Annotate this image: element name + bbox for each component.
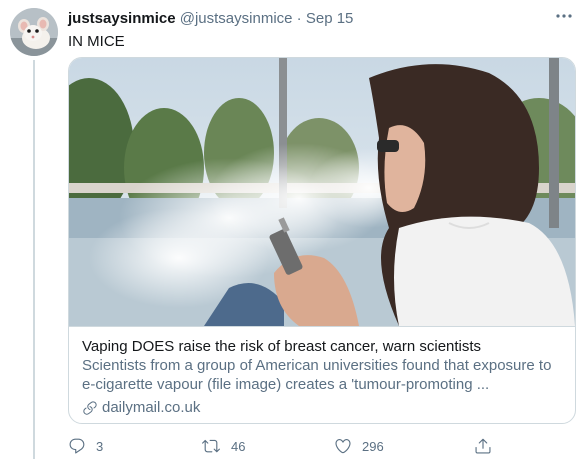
thread-line: [33, 60, 35, 459]
reply-count: 3: [96, 438, 104, 454]
retweet-button[interactable]: 46: [201, 436, 245, 456]
retweet-count: 46: [231, 438, 246, 454]
avatar[interactable]: [10, 8, 58, 56]
user-handle[interactable]: @justsaysinmice: [180, 10, 293, 27]
link-card[interactable]: Vaping DOES raise the risk of breast can…: [68, 57, 576, 424]
card-description-line-2: e-cigarette vapour (file image) creates …: [82, 376, 490, 393]
tweet-date[interactable]: Sep 15: [306, 10, 354, 27]
like-count: 296: [362, 438, 384, 454]
separator-dot: ·: [296, 10, 302, 27]
share-button[interactable]: [474, 436, 502, 456]
more-icon[interactable]: [555, 10, 573, 29]
card-title[interactable]: Vaping DOES raise the risk of breast can…: [82, 337, 562, 356]
display-name[interactable]: justsaysinmice: [68, 10, 176, 27]
reply-button[interactable]: 3: [68, 436, 103, 456]
card-domain[interactable]: dailymail.co.uk: [82, 398, 562, 418]
retweet-icon: [202, 439, 220, 453]
share-icon: [475, 438, 491, 454]
card-description-line-1: Scientists from a group of American univ…: [82, 357, 552, 374]
heart-icon: [335, 439, 351, 454]
tweet-header: justsaysinmice @justsaysinmice · Sep 15: [68, 10, 573, 30]
card-body[interactable]: Vaping DOES raise the risk of breast can…: [69, 326, 575, 423]
card-image[interactable]: [69, 58, 575, 326]
tweet[interactable]: justsaysinmice @justsaysinmice · Sep 15 …: [0, 0, 587, 459]
like-button[interactable]: 296: [334, 436, 384, 456]
link-icon: [83, 401, 97, 415]
card-domain-text[interactable]: dailymail.co.uk: [102, 398, 200, 418]
mouse-avatar-image: [10, 8, 58, 56]
tweet-text: IN MICE: [68, 33, 125, 50]
vaping-photo: [69, 58, 575, 326]
reply-icon: [69, 438, 85, 454]
action-bar: 3 46 296: [68, 436, 508, 456]
